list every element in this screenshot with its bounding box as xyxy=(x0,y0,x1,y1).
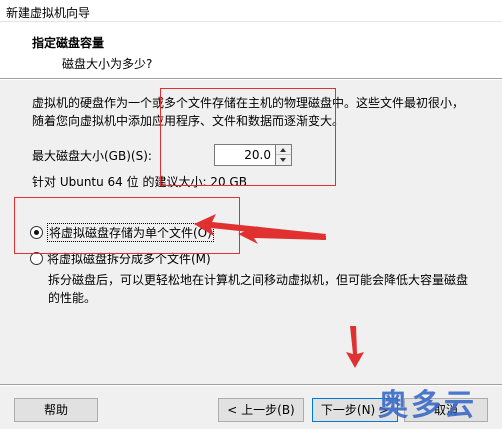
help-button[interactable]: 帮助 xyxy=(14,398,98,422)
page-title: 指定磁盘容量 xyxy=(32,36,105,50)
annotation-arrow-down xyxy=(346,326,364,368)
split-description: 拆分磁盘后，可以更轻松地在计算机之间移动虚拟机，但可能会降低大容量磁盘的性能。 xyxy=(48,273,469,305)
back-button[interactable]: < 上一步(B) xyxy=(218,398,304,422)
window-title: 新建虚拟机向导 xyxy=(6,6,91,20)
annotation-arrow-left-2 xyxy=(238,226,326,244)
title-bar: 新建虚拟机向导 xyxy=(0,0,502,22)
disk-size-label: 最大磁盘大小(GB)(S): xyxy=(32,149,152,163)
annotation-box-size xyxy=(160,88,336,186)
watermark-logo: 奥多云 xyxy=(378,388,477,423)
page-subtitle: 磁盘大小为多少? xyxy=(62,57,153,71)
wizard-header: 指定磁盘容量 磁盘大小为多少? xyxy=(0,22,502,78)
